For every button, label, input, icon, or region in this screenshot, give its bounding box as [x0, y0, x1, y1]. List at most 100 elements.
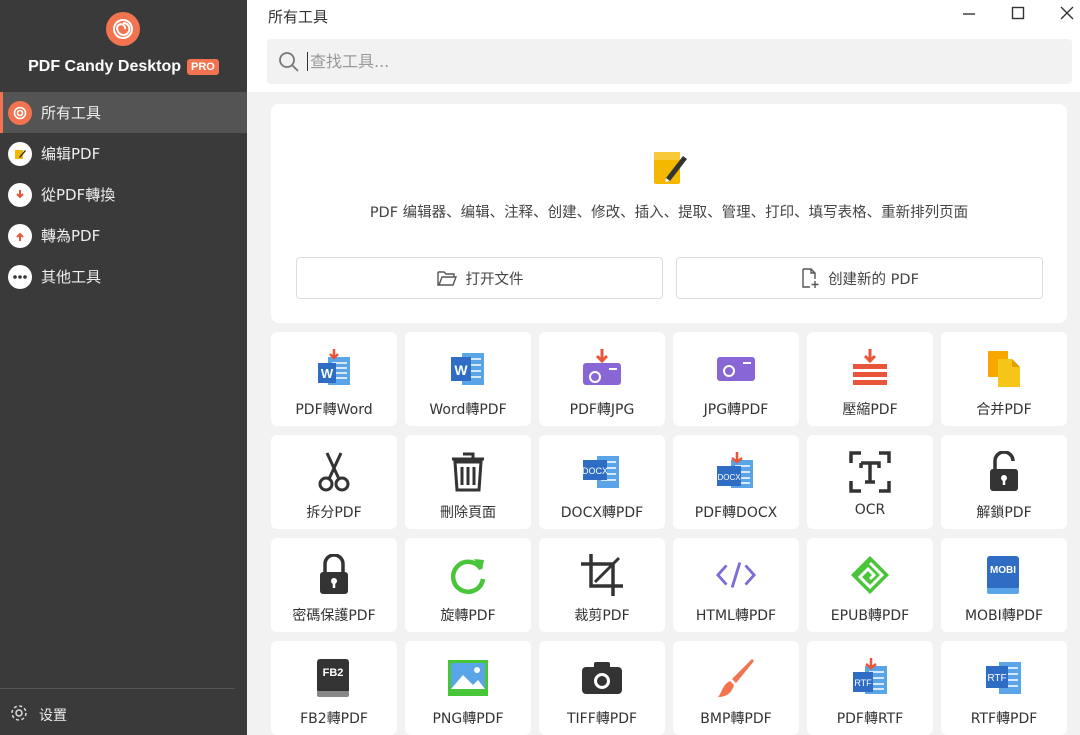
mobi-book-icon: MOBI: [983, 553, 1025, 597]
tool-crop-pdf[interactable]: 裁剪PDF: [539, 538, 665, 632]
tool-merge-pdf[interactable]: 合并PDF: [941, 332, 1067, 426]
editor-hero-card[interactable]: PDF 编辑器、编辑、注释、创建、修改、插入、提取、管理、打印、填写表格、重新排…: [271, 104, 1067, 323]
tool-label: 刪除頁面: [440, 505, 496, 521]
maximize-button[interactable]: [1008, 3, 1028, 23]
lock-icon: [313, 553, 355, 597]
tool-label: 合并PDF: [976, 402, 1032, 418]
sidebar-item-to-pdf[interactable]: 轉為PDF: [0, 215, 247, 256]
camera-icon: [581, 656, 623, 700]
brand-name: PDF Candy Desktop: [28, 58, 182, 75]
tool-png-to-pdf[interactable]: PNG轉PDF: [405, 641, 531, 735]
tool-label: MOBI轉PDF: [964, 608, 1044, 624]
crop-icon: [581, 553, 623, 597]
open-file-button[interactable]: 打开文件: [296, 257, 663, 299]
word-to-pdf-icon: W: [447, 347, 489, 391]
rotate-icon: [447, 553, 489, 597]
sidebar-item-all-tools[interactable]: 所有工具: [0, 92, 247, 133]
tool-label: 解鎖PDF: [976, 505, 1032, 521]
svg-text:RTF: RTF: [987, 673, 1006, 684]
tool-label: PDF轉RTF: [836, 711, 904, 727]
gear-icon: [10, 704, 28, 726]
png-image-icon: [447, 656, 489, 700]
tool-delete-pages[interactable]: 刪除頁面: [405, 435, 531, 529]
scissors-icon: [313, 450, 355, 494]
maximize-icon: [1011, 6, 1025, 20]
hero-description: PDF 编辑器、编辑、注释、创建、修改、插入、提取、管理、打印、填写表格、重新排…: [369, 205, 969, 221]
minimize-icon: [963, 13, 975, 15]
tool-pdf-to-word[interactable]: W PDF轉Word: [271, 332, 397, 426]
tool-docx-to-pdf[interactable]: DOCX DOCX轉PDF: [539, 435, 665, 529]
app-logo-icon: [106, 12, 140, 46]
tool-unlock-pdf[interactable]: 解鎖PDF: [941, 435, 1067, 529]
new-file-icon: [802, 268, 819, 288]
tool-label: 裁剪PDF: [574, 608, 630, 624]
tool-label: OCR: [854, 502, 886, 518]
tool-split-pdf[interactable]: 拆分PDF: [271, 435, 397, 529]
sidebar-item-other-tools[interactable]: 其他工具: [0, 256, 247, 297]
tool-html-to-pdf[interactable]: HTML轉PDF: [673, 538, 799, 632]
tool-fb2-to-pdf[interactable]: FB2 FB2轉PDF: [271, 641, 397, 735]
tool-label: PNG轉PDF: [432, 711, 504, 727]
tool-pdf-to-rtf[interactable]: RTF PDF轉RTF: [807, 641, 933, 735]
settings-button[interactable]: 设置: [10, 704, 67, 726]
main-panel: 所有工具 PDF 编辑器、编辑、注释、创建、修改、插入、提取、管理、打印、填写表…: [247, 0, 1080, 735]
tool-password-protect-pdf[interactable]: 密碼保護PDF: [271, 538, 397, 632]
page-title: 所有工具: [268, 8, 329, 26]
tool-rtf-to-pdf[interactable]: RTF RTF轉PDF: [941, 641, 1067, 735]
sidebar-item-label: 其他工具: [41, 268, 102, 286]
search-input[interactable]: [307, 52, 1007, 71]
tool-label: JPG轉PDF: [703, 402, 769, 418]
tool-label: 拆分PDF: [306, 505, 362, 521]
close-button[interactable]: [1057, 3, 1077, 23]
tool-tiff-to-pdf[interactable]: TIFF轉PDF: [539, 641, 665, 735]
tool-label: PDF轉JPG: [569, 402, 635, 418]
spiral-logo-icon: [8, 100, 32, 125]
open-file-label: 打开文件: [465, 271, 524, 288]
sidebar-item-label: 轉為PDF: [41, 227, 101, 245]
minimize-button[interactable]: [959, 3, 979, 23]
pro-badge: PRO: [187, 59, 219, 75]
create-pdf-button[interactable]: 创建新的 PDF: [676, 257, 1043, 299]
svg-text:MOBI: MOBI: [990, 565, 1016, 576]
tool-word-to-pdf[interactable]: W Word轉PDF: [405, 332, 531, 426]
pdf-to-docx-icon: DOCX: [715, 450, 757, 494]
tool-mobi-to-pdf[interactable]: MOBI MOBI轉PDF: [941, 538, 1067, 632]
trash-icon: [447, 450, 489, 494]
tool-jpg-to-pdf[interactable]: JPG轉PDF: [673, 332, 799, 426]
brand: PDF Candy Desktop PRO: [0, 58, 247, 76]
tool-label: TIFF轉PDF: [566, 711, 638, 727]
tool-pdf-to-jpg[interactable]: PDF轉JPG: [539, 332, 665, 426]
upload-arrow-icon: [8, 223, 32, 248]
ocr-icon: [849, 450, 891, 494]
sidebar: PDF Candy Desktop PRO 所有工具 编辑PDF 從PDF轉換: [0, 0, 247, 735]
tool-label: 密碼保護PDF: [292, 608, 376, 624]
folder-open-icon: [436, 271, 457, 286]
tool-rotate-pdf[interactable]: 旋轉PDF: [405, 538, 531, 632]
tool-pdf-to-docx[interactable]: DOCX PDF轉DOCX: [673, 435, 799, 529]
tool-compress-pdf[interactable]: 壓縮PDF: [807, 332, 933, 426]
tool-label: BMP轉PDF: [700, 711, 772, 727]
sidebar-item-from-pdf[interactable]: 從PDF轉換: [0, 174, 247, 215]
merge-pdf-icon: [983, 347, 1025, 391]
tool-label: RTF轉PDF: [970, 711, 1038, 727]
svg-text:W: W: [321, 366, 334, 381]
pdf-to-word-icon: W: [313, 347, 355, 391]
docx-to-pdf-icon: DOCX: [581, 450, 623, 494]
tool-label: EPUB轉PDF: [830, 608, 910, 624]
html-code-icon: [715, 553, 757, 597]
create-pdf-label: 创建新的 PDF: [828, 271, 919, 288]
pdf-to-jpg-icon: [581, 347, 623, 391]
sidebar-item-edit-pdf[interactable]: 编辑PDF: [0, 133, 247, 174]
close-icon: [1060, 6, 1074, 20]
tool-ocr[interactable]: OCR: [807, 435, 933, 529]
sidebar-divider: [0, 688, 235, 689]
tool-epub-to-pdf[interactable]: EPUB轉PDF: [807, 538, 933, 632]
tool-label: PDF轉Word: [295, 402, 373, 418]
sidebar-item-label: 编辑PDF: [41, 145, 101, 163]
search-icon: [279, 51, 299, 72]
svg-text:W: W: [454, 362, 468, 378]
pdf-to-rtf-icon: RTF: [849, 656, 891, 700]
sidebar-item-label: 所有工具: [41, 104, 102, 122]
tool-bmp-to-pdf[interactable]: BMP轉PDF: [673, 641, 799, 735]
tool-label: 旋轉PDF: [440, 608, 496, 624]
